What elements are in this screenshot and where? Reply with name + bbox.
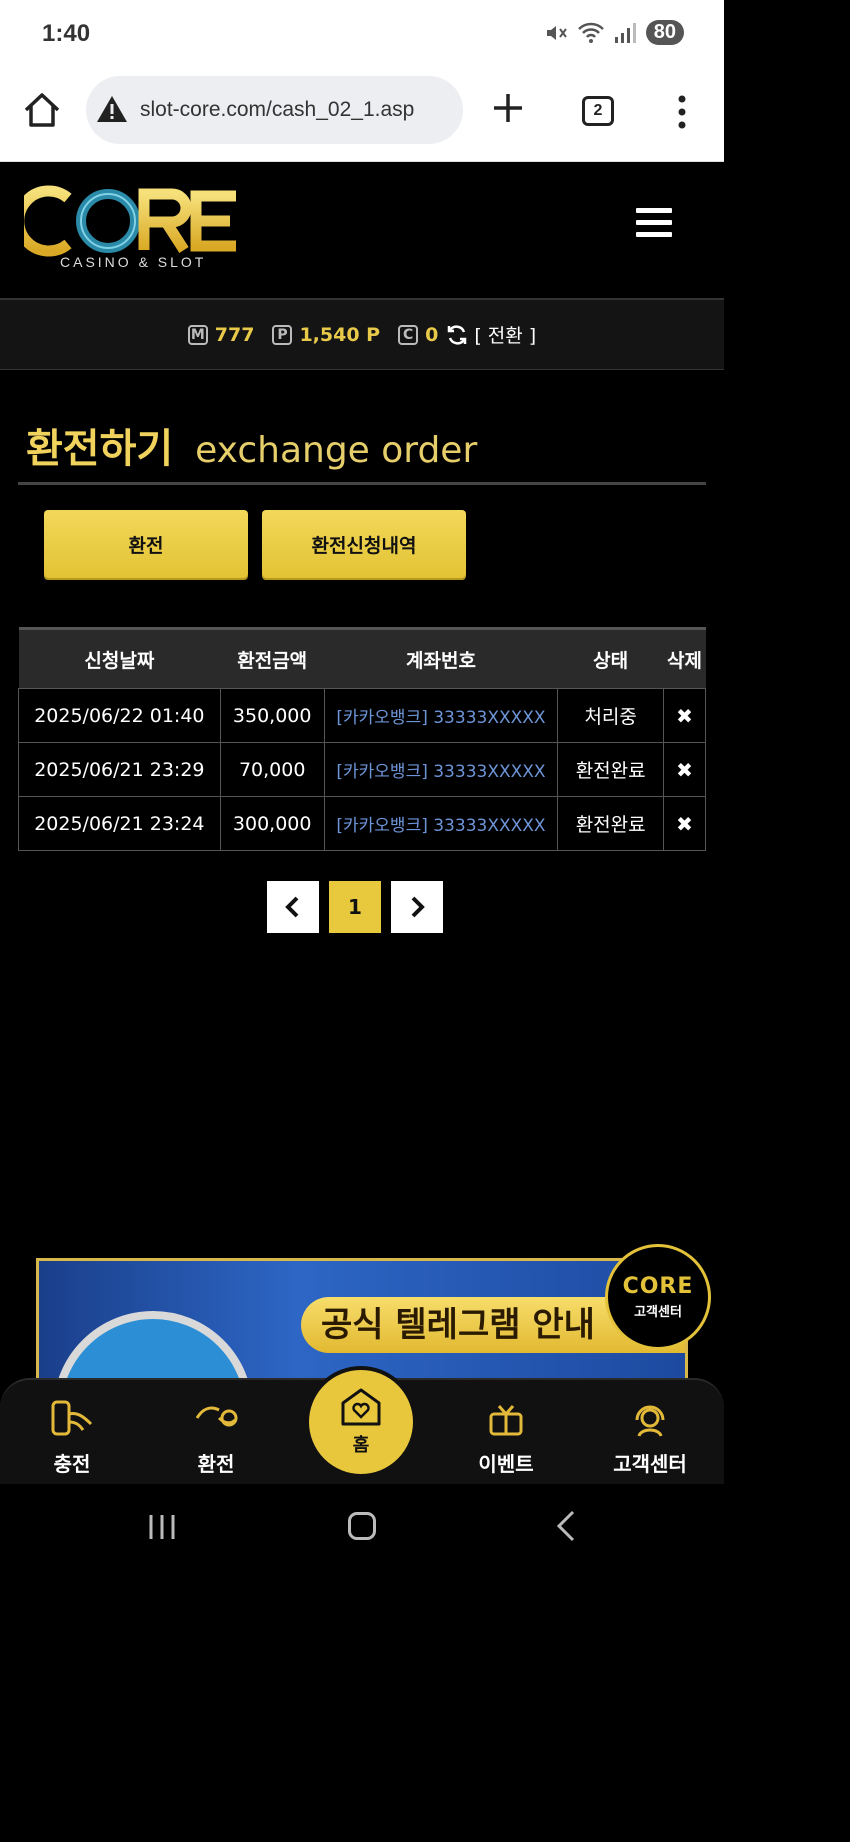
- tab-switcher-button[interactable]: 2: [582, 96, 614, 126]
- row-status: 처리중: [557, 688, 665, 743]
- pagination: 1: [267, 881, 443, 933]
- chevron-left-icon: [285, 896, 299, 918]
- row-amount: 70,000: [219, 742, 325, 797]
- row-amount: 350,000: [219, 688, 325, 743]
- nav-home[interactable]: 홈: [305, 1366, 417, 1478]
- battery-indicator: 80: [645, 20, 684, 45]
- status-time: 1:40: [42, 20, 91, 47]
- customer-center-float-button[interactable]: CORE 고객센터: [605, 1244, 711, 1350]
- warning-icon[interactable]: [96, 94, 128, 124]
- cs-float-logo: CORE: [622, 1274, 694, 1299]
- coupon-value: 0: [425, 323, 439, 346]
- site-header: CASINO & SLOT: [0, 162, 724, 300]
- coupon-badge: C: [398, 324, 419, 345]
- prev-page-button[interactable]: [267, 881, 319, 933]
- table-row: 2025/06/21 23:24 300,000 [카카오뱅크] 33333XX…: [18, 796, 706, 851]
- page-title-english: exchange order: [195, 430, 478, 471]
- delete-icon[interactable]: ✖: [663, 796, 706, 851]
- exchange-button[interactable]: 환전: [44, 510, 248, 578]
- headset-icon: [635, 1405, 665, 1437]
- hamburger-menu-icon[interactable]: [636, 208, 672, 240]
- header-amount: 환전금액: [220, 627, 325, 689]
- next-page-button[interactable]: [391, 881, 443, 933]
- header-status: 상태: [557, 627, 664, 689]
- row-account: [카카오뱅크] 33333XXXXX: [323, 742, 559, 797]
- page-title: 환전하기 exchange order: [26, 416, 477, 474]
- cs-float-label: 고객센터: [634, 1305, 682, 1320]
- nav-exchange[interactable]: 환전: [166, 1398, 266, 1477]
- mute-icon: [546, 25, 567, 40]
- row-account: [카카오뱅크] 33333XXXXX: [323, 796, 559, 851]
- more-menu-icon[interactable]: [674, 94, 690, 130]
- nav-event-label: 이벤트: [478, 1452, 534, 1476]
- table-header-row: 신청날짜 환전금액 계좌번호 상태 삭제: [18, 627, 706, 689]
- point-value: 1,540 P: [299, 323, 381, 346]
- nav-customer-center[interactable]: 고객센터: [600, 1398, 700, 1477]
- system-home-icon[interactable]: [348, 1512, 376, 1540]
- browser-toolbar: slot-core.com/cash_02_1.asp 2: [0, 70, 724, 162]
- nav-cs-label: 고객센터: [613, 1452, 687, 1476]
- wifi-icon: [577, 22, 604, 43]
- signal-icon: [614, 22, 636, 43]
- status-bar: 1:40 80: [0, 0, 724, 70]
- new-tab-icon[interactable]: [490, 90, 526, 126]
- row-date: 2025/06/22 01:40: [18, 688, 221, 743]
- table-row: 2025/06/21 23:29 70,000 [카카오뱅크] 33333XXX…: [18, 742, 706, 797]
- nav-event[interactable]: 이벤트: [456, 1398, 556, 1477]
- delete-icon[interactable]: ✖: [663, 688, 706, 743]
- money-badge: M: [187, 324, 208, 345]
- row-account: [카카오뱅크] 33333XXXXX: [323, 688, 559, 743]
- row-status: 환전완료: [557, 796, 665, 851]
- point-badge: P: [272, 324, 293, 345]
- money-value: 777: [214, 323, 255, 346]
- system-navigation-bar: [0, 1484, 724, 1568]
- page-title-korean: 환전하기: [26, 426, 174, 472]
- header-delete: 삭제: [663, 627, 706, 689]
- page-number-button[interactable]: 1: [329, 881, 381, 933]
- nav-exchange-label: 환전: [197, 1452, 235, 1476]
- home-heart-icon: [341, 1388, 381, 1426]
- table-row: 2025/06/22 01:40 350,000 [카카오뱅크] 33333XX…: [18, 688, 706, 743]
- status-icons: 80: [544, 20, 684, 45]
- row-status: 환전완료: [557, 742, 665, 797]
- title-divider: [18, 482, 706, 485]
- nav-charge[interactable]: 충전: [22, 1398, 122, 1477]
- back-icon[interactable]: [556, 1510, 576, 1542]
- row-amount: 300,000: [219, 796, 325, 851]
- url-text[interactable]: slot-core.com/cash_02_1.asp: [140, 98, 414, 122]
- row-date: 2025/06/21 23:29: [18, 742, 221, 797]
- nav-home-label: 홈: [352, 1435, 370, 1456]
- refresh-icon[interactable]: [446, 324, 468, 346]
- delete-icon[interactable]: ✖: [663, 742, 706, 797]
- gift-icon: [489, 1405, 523, 1436]
- home-icon[interactable]: [22, 90, 62, 130]
- charge-icon: [51, 1400, 93, 1436]
- chevron-right-icon: [411, 896, 425, 918]
- balance-bar: M 777 P 1,540 P C 0 [ 전환 ]: [0, 300, 724, 370]
- header-account: 계좌번호: [324, 627, 558, 689]
- logo-subtitle: CASINO & SLOT: [60, 254, 207, 270]
- exchange-icon: [195, 1406, 238, 1427]
- address-bar[interactable]: slot-core.com/cash_02_1.asp: [86, 76, 463, 144]
- row-date: 2025/06/21 23:24: [18, 796, 221, 851]
- nav-charge-label: 충전: [53, 1452, 91, 1476]
- header-date: 신청날짜: [18, 627, 221, 689]
- exchange-table: 신청날짜 환전금액 계좌번호 상태 삭제 2025/06/22 01:40 35…: [18, 627, 706, 851]
- exchange-history-button[interactable]: 환전신청내역: [262, 510, 466, 578]
- convert-link[interactable]: [ 전환 ]: [474, 321, 536, 348]
- recent-apps-icon[interactable]: [148, 1514, 176, 1540]
